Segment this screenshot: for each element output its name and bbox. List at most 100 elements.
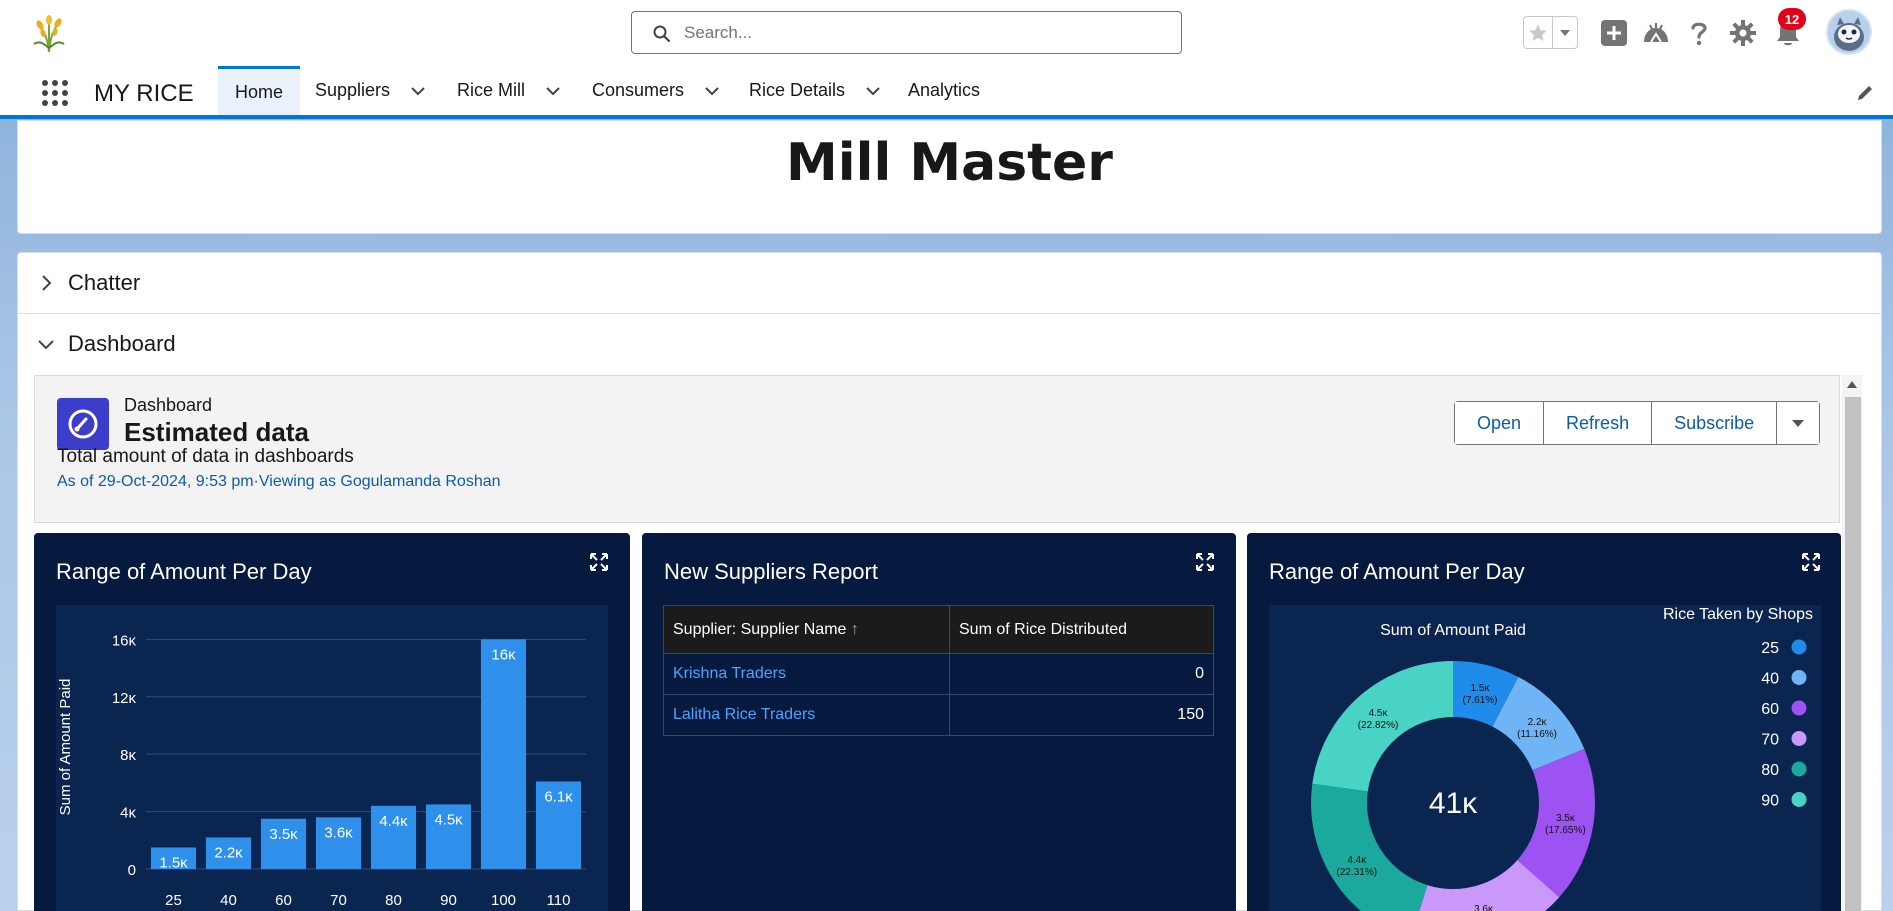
slice-value-label: 2.2ĸ <box>1528 717 1548 728</box>
legend-label: 60 <box>1761 701 1779 718</box>
data-label: 2.2ĸ <box>214 844 243 861</box>
nav-tab-rice-mill[interactable]: Rice Mill <box>457 66 561 115</box>
nav-tab-consumers[interactable]: Consumers <box>592 66 720 115</box>
accordion-label: Dashboard <box>68 331 176 356</box>
column-header[interactable]: Sum of Rice Distributed <box>949 605 1214 654</box>
chevron-down-icon[interactable] <box>410 83 426 99</box>
gauge-icon <box>68 409 98 439</box>
dashboard-button-group: Open Refresh Subscribe <box>1454 401 1821 445</box>
x-tick-label: 40 <box>220 892 237 909</box>
data-label: 4.4ĸ <box>379 813 408 830</box>
dashboard-scrollbar[interactable] <box>1842 375 1862 911</box>
slice-value-label: 3.5ĸ <box>1556 813 1576 824</box>
help-button[interactable] <box>1682 16 1716 50</box>
global-header: 12 <box>0 0 1893 66</box>
supplier-link[interactable]: Lalitha Rice Traders <box>663 694 950 736</box>
nav-tab-home[interactable]: Home <box>218 66 300 115</box>
scroll-up-arrow[interactable] <box>1847 381 1857 388</box>
dashboard-description: Total amount of data in dashboards <box>57 446 354 467</box>
subscribe-button[interactable]: Subscribe <box>1652 402 1778 444</box>
chevron-down-icon[interactable] <box>704 83 720 99</box>
more-actions-button[interactable] <box>1777 402 1820 444</box>
data-label: 1.5ĸ <box>159 854 188 871</box>
accordion-section-dashboard[interactable]: Dashboard <box>18 314 1881 374</box>
chart-title: Sum of Amount Paid <box>1380 622 1526 639</box>
table-widget: New Suppliers Report Supplier: Supplier … <box>642 533 1236 911</box>
donut-center-label: 41ĸ <box>1429 787 1478 820</box>
x-tick-label: 110 <box>547 892 571 909</box>
nav-tab-analytics[interactable]: Analytics <box>908 66 980 115</box>
add-icon <box>1601 20 1627 46</box>
x-tick-label: 25 <box>165 892 182 909</box>
star-icon <box>1529 24 1547 41</box>
user-avatar-icon <box>1828 11 1870 53</box>
x-tick-label: 100 <box>491 892 516 909</box>
column-header[interactable]: Supplier: Supplier Name ↑ <box>663 605 950 654</box>
slice-value-label: 3.6ĸ <box>1474 904 1494 911</box>
widget-title: Range of Amount Per Day <box>1269 559 1525 584</box>
global-actions-button[interactable] <box>1597 16 1631 50</box>
table-cell: 0 <box>949 653 1214 695</box>
legend-swatch <box>1791 792 1807 807</box>
chevron-down-icon <box>38 340 54 350</box>
donut-chart-area: Sum of Amount Paid 1.5ĸ (7.61%) 2.2ĸ (11.16%… <box>1269 605 1821 911</box>
slice-value-label: 1.5ĸ <box>1471 683 1491 694</box>
edit-nav-icon[interactable] <box>1855 83 1875 103</box>
bar-chart-widget: Range of Amount Per Day Sum of Amount Pa… <box>34 533 630 911</box>
chevron-down-icon <box>1792 419 1805 427</box>
x-tick-label: 90 <box>440 892 457 909</box>
bar <box>480 639 527 869</box>
expand-icon[interactable] <box>590 553 608 571</box>
slice-percent-label: (11.16%) <box>1517 729 1557 740</box>
accordion-section-chatter[interactable]: Chatter <box>18 253 1881 313</box>
bar-chart: Sum of Amount Paid 0 4ĸ 8ĸ 12ĸ 16ĸ 1.5ĸ 25 2.2ĸ 4… <box>57 632 586 909</box>
nav-tab-rice-details[interactable]: Rice Details <box>749 66 881 115</box>
setup-button[interactable] <box>1726 16 1760 50</box>
app-launcher-icon[interactable] <box>40 78 70 108</box>
expand-icon[interactable] <box>1802 553 1820 571</box>
chevron-down-icon[interactable] <box>865 83 881 99</box>
refresh-button[interactable]: Refresh <box>1544 402 1653 444</box>
expand-icon[interactable] <box>1196 553 1214 571</box>
search-input[interactable] <box>684 20 1164 46</box>
column-header-label: Supplier: Supplier Name <box>673 620 847 638</box>
user-avatar[interactable] <box>1826 9 1872 55</box>
global-search[interactable] <box>631 11 1182 54</box>
slice-value-label: 4.5ĸ <box>1369 708 1389 719</box>
legend-swatch <box>1791 761 1807 777</box>
table-row: Lalitha Rice Traders 150 <box>663 694 1214 736</box>
notification-count-badge: 12 <box>1778 8 1806 30</box>
nav-tab-label: Rice Mill <box>457 80 526 100</box>
scroll-thumb[interactable] <box>1845 397 1861 911</box>
data-label: 4.5ĸ <box>434 811 463 828</box>
app-nav-bar: MY RICE Home Suppliers Rice Mill Consume… <box>0 66 1893 119</box>
slice-percent-label: (22.82%) <box>1358 720 1399 731</box>
legend-label: 80 <box>1761 762 1779 779</box>
donut-chart: Sum of Amount Paid 1.5ĸ(7.61%) 2.2ĸ(11.16%… <box>1311 606 1813 911</box>
dashboard-title: Estimated data <box>124 417 309 447</box>
legend-swatch <box>1791 639 1807 655</box>
nav-tab-label: Consumers <box>592 80 685 100</box>
y-axis-label: Sum of Amount Paid <box>57 679 74 816</box>
open-button[interactable]: Open <box>1455 402 1545 444</box>
nav-tab-label: Rice Details <box>749 80 846 100</box>
app-logo-icon[interactable] <box>28 14 70 54</box>
favorites-star-button[interactable] <box>1524 17 1554 48</box>
help-icon <box>1691 22 1707 46</box>
favorites-menu-button[interactable] <box>1553 17 1577 48</box>
y-tick-label: 16ĸ <box>112 632 137 649</box>
trailhead-icon <box>1644 23 1668 43</box>
chevron-down-icon[interactable] <box>545 83 561 99</box>
table-row: Krishna Traders 0 <box>663 653 1214 695</box>
nav-tab-suppliers[interactable]: Suppliers <box>315 66 426 115</box>
y-tick-label: 4ĸ <box>120 805 136 822</box>
gear-icon <box>1730 20 1756 46</box>
slice-percent-label: (22.31%) <box>1336 867 1377 878</box>
supplier-link[interactable]: Krishna Traders <box>663 653 950 695</box>
data-label: 6.1ĸ <box>544 788 573 805</box>
report-table-container: Supplier: Supplier Name ↑ Sum of Rice Di… <box>663 605 1214 736</box>
x-tick-label: 60 <box>275 892 292 909</box>
legend-swatch <box>1791 670 1807 685</box>
bar-chart-area: Sum of Amount Paid 0 4ĸ 8ĸ 12ĸ 16ĸ 1.5ĸ 25 2.2ĸ 4… <box>56 605 608 911</box>
trailhead-button[interactable] <box>1639 16 1673 50</box>
